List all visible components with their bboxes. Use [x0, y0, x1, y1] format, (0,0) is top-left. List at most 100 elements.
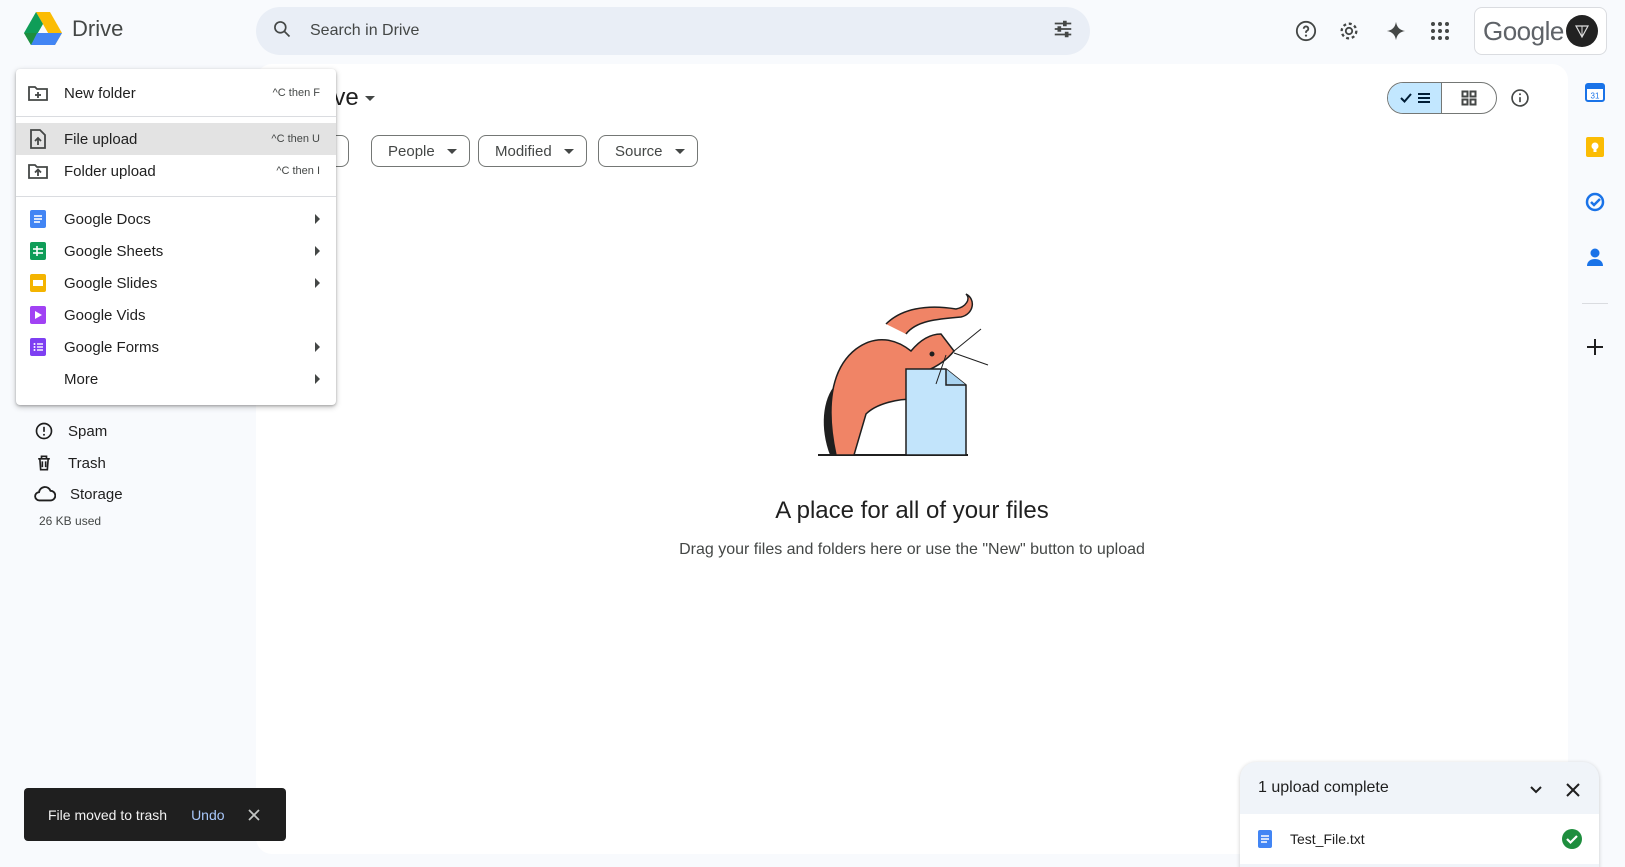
snackbar-message: File moved to trash [48, 806, 168, 823]
submenu-arrow-icon [315, 246, 320, 256]
search-input[interactable] [310, 22, 1052, 40]
empty-state-subtitle: Drag your files and folders here or use … [679, 541, 1145, 558]
upload-panel: 1 upload complete Test_File.txt [1240, 762, 1599, 867]
menu-item-google-vids[interactable]: Google Vids [16, 299, 336, 331]
submenu-arrow-icon [315, 374, 320, 384]
google-vids-icon [28, 305, 48, 325]
nav-item-label: Storage [70, 485, 123, 503]
menu-item-label: Folder upload [64, 162, 156, 180]
docs-file-icon [1258, 830, 1272, 848]
menu-item-google-sheets[interactable]: Google Sheets [16, 235, 336, 267]
avatar[interactable] [1566, 15, 1598, 47]
new-menu: New folder ^C then F File upload ^C then… [16, 69, 336, 405]
nav-item-storage[interactable]: Storage [34, 482, 123, 506]
filter-chip-label: Source [615, 142, 663, 160]
menu-item-google-docs[interactable]: Google Docs [16, 203, 336, 235]
file-upload-icon [28, 129, 48, 149]
nav-item-label: Spam [68, 422, 108, 440]
submenu-arrow-icon [315, 214, 320, 224]
menu-item-label: Google Sheets [64, 242, 164, 260]
grid-icon [1461, 90, 1477, 106]
menu-item-folder-upload[interactable]: Folder upload ^C then I [16, 155, 336, 187]
chevron-down-icon [364, 95, 375, 101]
menu-item-new-folder[interactable]: New folder ^C then F [16, 77, 336, 109]
chevron-down-icon [563, 148, 574, 154]
info-icon[interactable] [1506, 84, 1534, 112]
check-icon [1399, 93, 1412, 103]
upload-item[interactable]: Test_File.txt [1240, 814, 1599, 864]
filter-chip-source[interactable]: Source [598, 135, 698, 167]
google-wordmark: Google [1483, 15, 1564, 46]
close-icon[interactable] [1564, 781, 1582, 804]
menu-divider [16, 196, 336, 197]
account-switcher[interactable]: Google [1474, 7, 1607, 55]
search-options-icon[interactable] [1052, 18, 1074, 45]
storage-usage: 26 KB used [39, 514, 102, 528]
app-name: Drive [72, 16, 124, 41]
menu-item-label: Google Vids [64, 306, 146, 324]
menu-item-label: New folder [64, 84, 136, 102]
snackbar: File moved to trash Undo [24, 788, 286, 841]
empty-state-cat-illustration [818, 293, 989, 456]
google-slides-icon [28, 273, 48, 293]
menu-item-label: More [64, 370, 99, 388]
drive-logo[interactable]: Drive [24, 12, 123, 46]
trash-icon [38, 455, 50, 471]
menu-item-label: Google Slides [64, 274, 158, 292]
menu-item-google-slides[interactable]: Google Slides [16, 267, 336, 299]
filter-chip-label: Modified [495, 142, 552, 160]
chevron-down-icon [674, 148, 685, 154]
filter-chip-people[interactable]: People [371, 135, 470, 167]
add-addon-icon[interactable] [1582, 334, 1608, 360]
apps-grid-icon[interactable] [1424, 15, 1456, 47]
main-content: rive People Modified Source A place for … [256, 64, 1568, 854]
menu-item-shortcut: ^C then F [272, 87, 320, 99]
spam-icon [35, 422, 53, 440]
undo-button[interactable]: Undo [191, 807, 224, 823]
chevron-down-icon[interactable] [1527, 781, 1545, 804]
upload-file-name: Test_File.txt [1290, 831, 1365, 847]
settings-gear-icon[interactable] [1333, 15, 1365, 47]
menu-item-shortcut: ^C then U [271, 133, 320, 145]
nav-item-spam[interactable]: Spam [34, 419, 107, 443]
new-folder-icon [28, 83, 48, 103]
drive-logo-icon [24, 12, 62, 45]
success-check-icon [1562, 829, 1582, 849]
cloud-icon [34, 486, 56, 502]
search-icon[interactable] [272, 19, 292, 44]
list-icon [1417, 93, 1430, 103]
submenu-arrow-icon [315, 342, 320, 352]
contacts-icon[interactable] [1582, 244, 1608, 270]
google-docs-icon [28, 209, 48, 229]
empty-state-title: A place for all of your files [775, 497, 1049, 524]
menu-item-more[interactable]: More [16, 363, 336, 395]
more-spacer [28, 369, 48, 389]
filter-chip-label: People [388, 142, 435, 160]
chevron-down-icon [446, 148, 457, 154]
list-view-button[interactable] [1388, 83, 1443, 113]
grid-view-button[interactable] [1442, 83, 1496, 113]
menu-item-file-upload[interactable]: File upload ^C then U [16, 123, 336, 155]
google-forms-icon [28, 337, 48, 357]
help-icon[interactable] [1290, 15, 1322, 47]
calendar-icon[interactable]: 31 [1582, 79, 1608, 105]
nav-item-label: Trash [68, 454, 106, 472]
close-icon[interactable] [247, 808, 261, 822]
view-toggle [1387, 82, 1497, 114]
tasks-icon[interactable] [1582, 189, 1608, 215]
menu-item-shortcut: ^C then I [276, 165, 320, 177]
folder-upload-icon [28, 161, 48, 181]
menu-item-google-forms[interactable]: Google Forms [16, 331, 336, 363]
calendar-day: 31 [1591, 92, 1600, 101]
upload-panel-title: 1 upload complete [1258, 779, 1389, 796]
gemini-sparkle-icon[interactable] [1380, 15, 1412, 47]
submenu-arrow-icon [315, 278, 320, 288]
search-bar[interactable] [256, 7, 1090, 55]
nav-item-trash[interactable]: Trash [34, 451, 106, 475]
menu-item-label: File upload [64, 130, 138, 148]
menu-item-label: Google Docs [64, 210, 151, 228]
menu-divider [16, 116, 336, 117]
filter-chip-modified[interactable]: Modified [478, 135, 587, 167]
keep-icon[interactable] [1582, 134, 1608, 160]
rail-divider [1582, 303, 1608, 304]
